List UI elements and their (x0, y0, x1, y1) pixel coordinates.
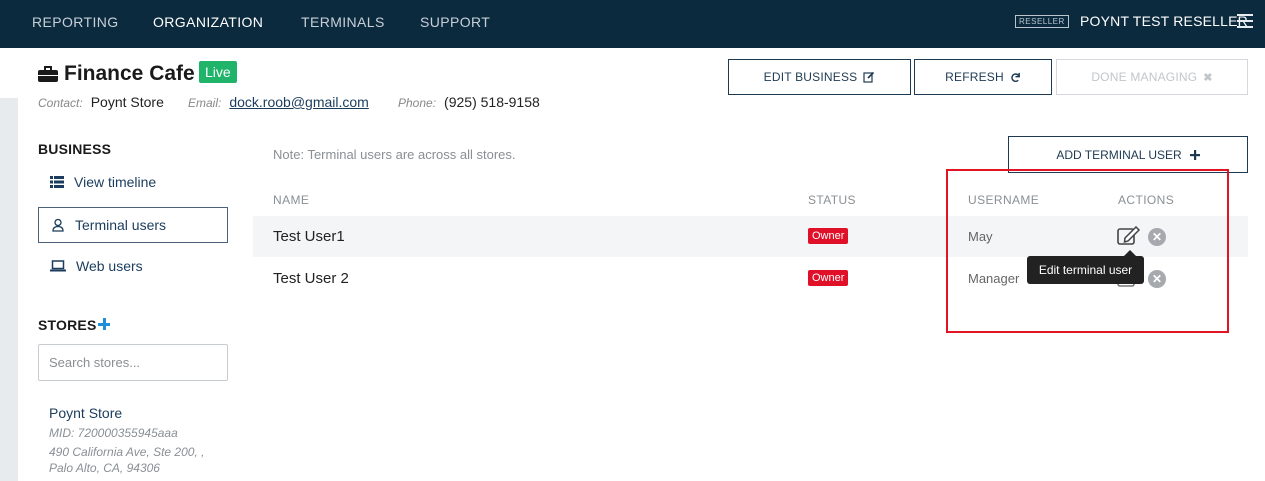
email-info: Email: dock.roob@gmail.com (188, 94, 369, 110)
business-name: Finance Cafe (64, 62, 195, 85)
user-icon (52, 218, 64, 232)
contact-label: Contact: (38, 96, 83, 110)
reseller-name[interactable]: POYNT TEST RESELLER (1080, 13, 1248, 29)
contact-info: Contact: Poynt Store (38, 94, 164, 110)
store-name-link[interactable]: Poynt Store (49, 405, 122, 421)
contact-value: Poynt Store (90, 94, 164, 110)
owner-status-badge: Owner (808, 270, 849, 286)
nav-support[interactable]: SUPPORT (420, 14, 490, 30)
refresh-label: REFRESH (945, 70, 1004, 84)
pencil-square-icon (863, 71, 875, 83)
add-terminal-user-label: ADD TERMINAL USER (1056, 147, 1182, 162)
list-icon (50, 176, 64, 188)
sidebar-item-view-timeline[interactable]: View timeline (38, 164, 228, 200)
nav-terminals[interactable]: TERMINALS (301, 14, 385, 30)
email-link[interactable]: dock.roob@gmail.com (229, 94, 369, 110)
stores-heading: STORES (38, 317, 97, 333)
search-stores-input[interactable] (38, 344, 228, 381)
column-header-name: NAME (273, 193, 310, 207)
refresh-icon (1011, 72, 1020, 82)
nav-reporting[interactable]: REPORTING (32, 14, 119, 30)
reseller-badge: RESELLER (1015, 15, 1069, 28)
owner-status-badge: Owner (808, 228, 849, 244)
plus-icon (1189, 149, 1200, 160)
business-heading: BUSINESS (38, 141, 112, 157)
email-label: Email: (188, 96, 222, 110)
sidebar-item-label: Terminal users (75, 217, 167, 233)
top-nav: REPORTING ORGANIZATION TERMINALS SUPPORT… (0, 0, 1265, 48)
store-address-line2: Palo Alto, CA, 94306 (49, 461, 160, 475)
column-header-status: STATUS (808, 193, 856, 207)
add-terminal-user-button[interactable]: ADD TERMINAL USER (1008, 136, 1248, 173)
edit-business-button[interactable]: EDIT BUSINESS (728, 59, 911, 95)
done-managing-label: DONE MANAGING (1091, 70, 1198, 84)
live-status-badge: Live (199, 61, 237, 83)
phone-label: Phone: (398, 96, 437, 110)
hamburger-menu-icon[interactable] (1237, 14, 1253, 28)
refresh-button[interactable]: REFRESH (914, 59, 1052, 95)
user-name: Test User 2 (273, 270, 349, 287)
phone-value: (925) 518-9158 (444, 94, 540, 110)
sidebar-item-web-users[interactable]: Web users (38, 248, 228, 284)
edit-business-label: EDIT BUSINESS (763, 70, 858, 84)
done-managing-button[interactable]: DONE MANAGING ✖ (1056, 59, 1248, 95)
add-store-plus-icon[interactable] (98, 318, 110, 330)
terminal-users-note: Note: Terminal users are across all stor… (273, 147, 516, 162)
briefcase-icon (38, 66, 58, 82)
x-icon: ✖ (1203, 71, 1213, 84)
sidebar-item-label: View timeline (74, 174, 157, 190)
user-name: Test User1 (273, 228, 345, 245)
sidebar-item-label: Web users (76, 258, 143, 274)
sidebar-item-terminal-users[interactable]: Terminal users (38, 207, 228, 243)
business-title: Finance Cafe (38, 62, 195, 86)
store-address-line1: 490 California Ave, Ste 200, , (49, 445, 205, 459)
store-mid: MID: 720000355945aaa (49, 426, 178, 440)
nav-organization[interactable]: ORGANIZATION (153, 14, 263, 30)
left-gutter (0, 98, 18, 481)
highlight-annotation-box (946, 169, 1229, 333)
phone-info: Phone: (925) 518-9158 (398, 94, 540, 110)
laptop-icon (50, 260, 66, 272)
